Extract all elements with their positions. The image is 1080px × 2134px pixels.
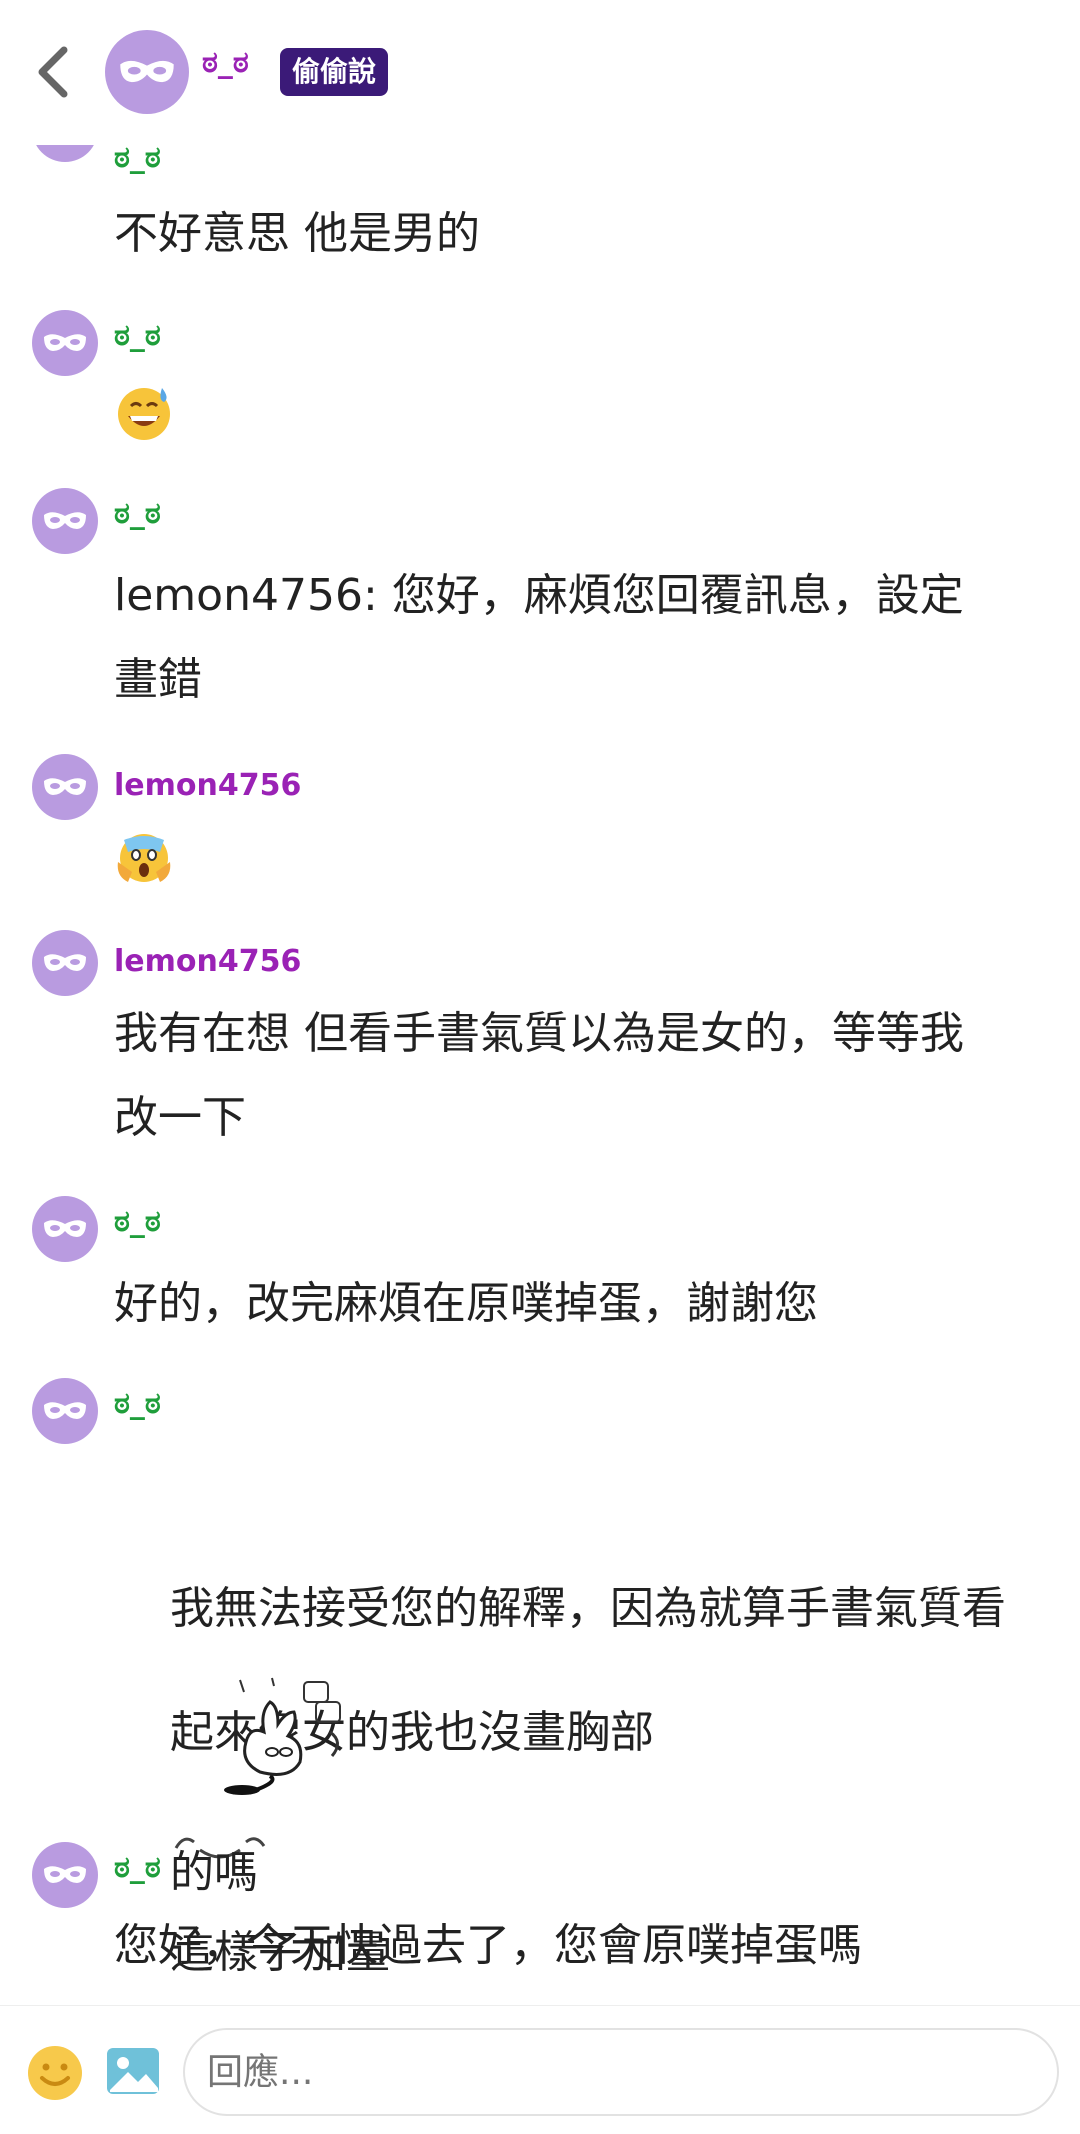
message-line: 的嗎 (169, 1847, 258, 1898)
mask-avatar-icon[interactable] (32, 310, 98, 376)
message-text: 我有在想 但看手書氣質以為是女的，等等我 改一下 (114, 1008, 964, 1143)
message-username[interactable]: ಠ_ಠ (114, 1850, 161, 1886)
screaming-face-emoji (117, 834, 171, 882)
message-username[interactable]: ಠ_ಠ (114, 140, 161, 176)
message-username[interactable]: lemon4756 (114, 768, 301, 804)
grinning-sweat-emoji (118, 388, 170, 440)
mask-avatar-icon[interactable] (32, 488, 98, 554)
message-text: 您好，今天快過去了，您會原噗掉蛋嗎 (114, 1920, 862, 1971)
smiley-icon[interactable] (26, 2044, 84, 2102)
mask-avatar-icon[interactable] (32, 930, 98, 996)
message-username[interactable]: ಠ_ಠ (114, 496, 161, 532)
message-username[interactable]: ಠ_ಠ (114, 318, 161, 354)
image-icon[interactable] (104, 2042, 162, 2100)
mask-avatar-icon[interactable] (32, 1196, 98, 1262)
chat-header: ಠ_ಠ 偷偷說 (0, 0, 1080, 145)
message-username[interactable]: ಠ_ಠ (114, 1386, 161, 1422)
mask-avatar-icon[interactable] (32, 1378, 98, 1444)
back-chevron-icon[interactable] (28, 42, 78, 102)
message-text: 不好意思 他是男的 (114, 208, 480, 259)
mask-avatar-icon[interactable] (32, 1842, 98, 1908)
mask-avatar-icon[interactable] (32, 754, 98, 820)
message-text: 好的，改完麻煩在原噗掉蛋，謝謝您 (114, 1278, 818, 1329)
reply-composer (0, 2005, 1080, 2134)
anonymous-badge: 偷偷說 (280, 48, 389, 96)
message-text: lemon4756: 您好，麻煩您回覆訊息，設定 畫錯 (114, 570, 964, 705)
reply-input[interactable] (183, 2028, 1059, 2116)
mask-avatar-icon[interactable] (105, 30, 189, 114)
message-username[interactable]: ಠ_ಠ (114, 1204, 161, 1240)
bunny-sticker-icon (224, 1677, 341, 1795)
chat-title: ಠ_ಠ (202, 45, 249, 80)
message-username[interactable]: lemon4756 (114, 944, 301, 980)
